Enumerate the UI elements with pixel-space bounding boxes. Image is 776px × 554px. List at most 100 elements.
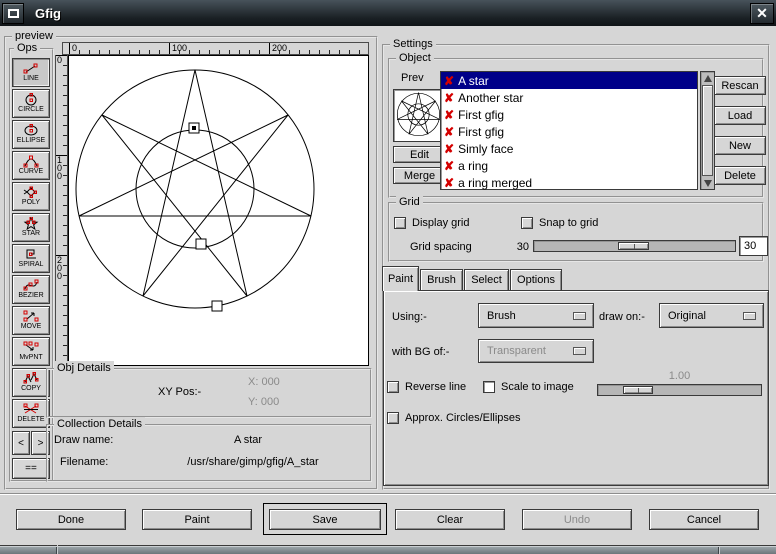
line-icon	[23, 63, 39, 75]
clear-button[interactable]: Clear	[395, 509, 505, 530]
tab-select[interactable]: Select	[464, 269, 509, 290]
spiral-icon	[23, 248, 39, 261]
draw-on-dropdown[interactable]: Original	[659, 303, 764, 328]
tool-spiral-button[interactable]: SPIRAL	[12, 244, 50, 273]
tool-curve-button[interactable]: CURVE	[12, 151, 50, 180]
star-icon	[23, 217, 39, 230]
scroll-down-button[interactable]	[702, 177, 713, 189]
tool-bezier-label: BEZIER	[18, 292, 43, 300]
using-label: Using:-	[392, 311, 427, 323]
snap-to-grid-checkbox[interactable]	[521, 217, 533, 229]
load-button[interactable]: Load	[714, 106, 766, 125]
reverse-line-checkbox[interactable]	[387, 381, 399, 393]
scale-slider-handle[interactable]	[623, 386, 653, 394]
edit-button-label: Edit	[410, 149, 429, 161]
titlebar: Gfig ✕	[0, 0, 776, 26]
draw-name-value: A star	[148, 434, 348, 446]
draw-name-label: Draw name:	[54, 434, 113, 446]
new-button[interactable]: New	[714, 136, 766, 155]
collection-details-label: Collection Details	[54, 417, 145, 432]
tool-mvpnt-button[interactable]: MvPNT	[12, 337, 50, 366]
list-item[interactable]: ✘First gfig	[441, 123, 697, 140]
object-name: A star	[458, 74, 489, 88]
cancel-button[interactable]: Cancel	[649, 509, 759, 530]
rescan-button[interactable]: Rescan	[714, 76, 766, 95]
hruler-tick-0: 0	[69, 43, 77, 54]
equals-icon: ==	[25, 463, 37, 474]
tool-move-button[interactable]: MOVE	[12, 306, 50, 335]
edit-button[interactable]: Edit	[393, 146, 446, 163]
cancel-button-label: Cancel	[687, 514, 721, 526]
grid-frame: Grid	[388, 202, 764, 262]
grid-spacing-input[interactable]: 30	[739, 236, 768, 256]
window-frame-bottom	[0, 546, 776, 554]
scale-value-label: 1.00	[597, 370, 762, 382]
tool-delete-button[interactable]: DELETE	[12, 399, 50, 428]
tab-select-label: Select	[471, 274, 502, 286]
tab-options[interactable]: Options	[510, 269, 562, 290]
display-grid-checkbox[interactable]	[394, 217, 406, 229]
list-item[interactable]: ✘ a ring merged	[441, 174, 697, 191]
resize-grip-divider	[718, 547, 720, 554]
window-menu-button[interactable]	[2, 3, 24, 24]
delete-x-icon: ✘	[444, 75, 454, 87]
grid-spacing-slider[interactable]	[533, 240, 736, 252]
grid-spacing-slider-handle[interactable]	[618, 242, 649, 250]
tab-brush[interactable]: Brush	[420, 269, 463, 290]
tool-circle-button[interactable]: CIRCLE	[12, 89, 50, 118]
tool-poly-button[interactable]: POLY	[12, 182, 50, 211]
collection-details-frame: Collection Details Draw name: A star Fil…	[46, 424, 372, 482]
approx-circles-label: Approx. Circles/Ellipses	[405, 412, 521, 424]
scale-to-image-checkbox[interactable]	[483, 381, 495, 393]
show-all-objects-button[interactable]: ==	[12, 458, 50, 479]
reverse-line-label: Reverse line	[405, 381, 466, 393]
ellipse-icon	[23, 124, 39, 137]
scrollbar-thumb[interactable]	[702, 85, 713, 176]
grid-spacing-min-value: 30	[505, 241, 529, 253]
scale-slider[interactable]	[597, 384, 762, 396]
object-name: a ring merged	[458, 176, 532, 190]
list-item[interactable]: ✘ A star	[441, 72, 697, 89]
y-position-value: Y: 000	[248, 396, 279, 408]
object-list-scrollbar[interactable]	[700, 71, 715, 190]
done-button[interactable]: Done	[16, 509, 126, 530]
done-button-label: Done	[58, 514, 84, 526]
list-item[interactable]: ✘Simly face	[441, 140, 697, 157]
copy-icon	[23, 372, 39, 385]
draw-on-label: draw on:-	[599, 311, 645, 323]
using-dropdown[interactable]: Brush	[478, 303, 594, 328]
close-button[interactable]: ✕	[750, 3, 774, 24]
list-item[interactable]: ✘Another star	[441, 89, 697, 106]
list-item[interactable]: ✘First gfig	[441, 106, 697, 123]
tool-star-button[interactable]: STAR	[12, 213, 50, 242]
object-name: Another star	[458, 91, 523, 105]
hruler-tick-100: 100	[169, 43, 187, 54]
curve-icon	[23, 155, 39, 168]
tool-curve-label: CURVE	[19, 168, 43, 176]
vruler-tick-100: 100	[56, 155, 67, 180]
gfig-window: Gfig ✕ preview Ops LINE CIRCLE ELLIPSE C…	[0, 0, 776, 554]
move-icon	[23, 310, 39, 323]
rescan-button-label: Rescan	[721, 80, 758, 92]
drawing-preview-canvas[interactable]	[68, 55, 369, 366]
paint-button[interactable]: Paint	[142, 509, 252, 530]
scroll-up-button[interactable]	[702, 72, 713, 84]
tool-circle-label: CIRCLE	[18, 106, 44, 114]
approx-circles-checkbox[interactable]	[387, 412, 399, 424]
chevron-left-icon: <	[18, 438, 24, 449]
tool-bezier-button[interactable]: BEZIER	[12, 275, 50, 304]
bg-dropdown[interactable]: Transparent	[478, 339, 594, 363]
delete-button[interactable]: Delete	[714, 166, 766, 185]
tool-line-button[interactable]: LINE	[12, 58, 50, 87]
tool-ellipse-button[interactable]: ELLIPSE	[12, 120, 50, 149]
tool-copy-button[interactable]: COPY	[12, 368, 50, 397]
delete-x-icon: ✘	[444, 177, 454, 189]
nav-prev-object-button[interactable]: <	[12, 431, 30, 455]
merge-button[interactable]: Merge	[393, 167, 446, 184]
draw-on-dropdown-value: Original	[668, 310, 706, 322]
list-item[interactable]: ✘a ring	[441, 157, 697, 174]
save-button[interactable]: Save	[269, 509, 381, 530]
tool-spiral-label: SPIRAL	[19, 261, 44, 269]
tool-mvpnt-label: MvPNT	[19, 354, 42, 362]
tab-paint[interactable]: Paint	[382, 266, 419, 291]
